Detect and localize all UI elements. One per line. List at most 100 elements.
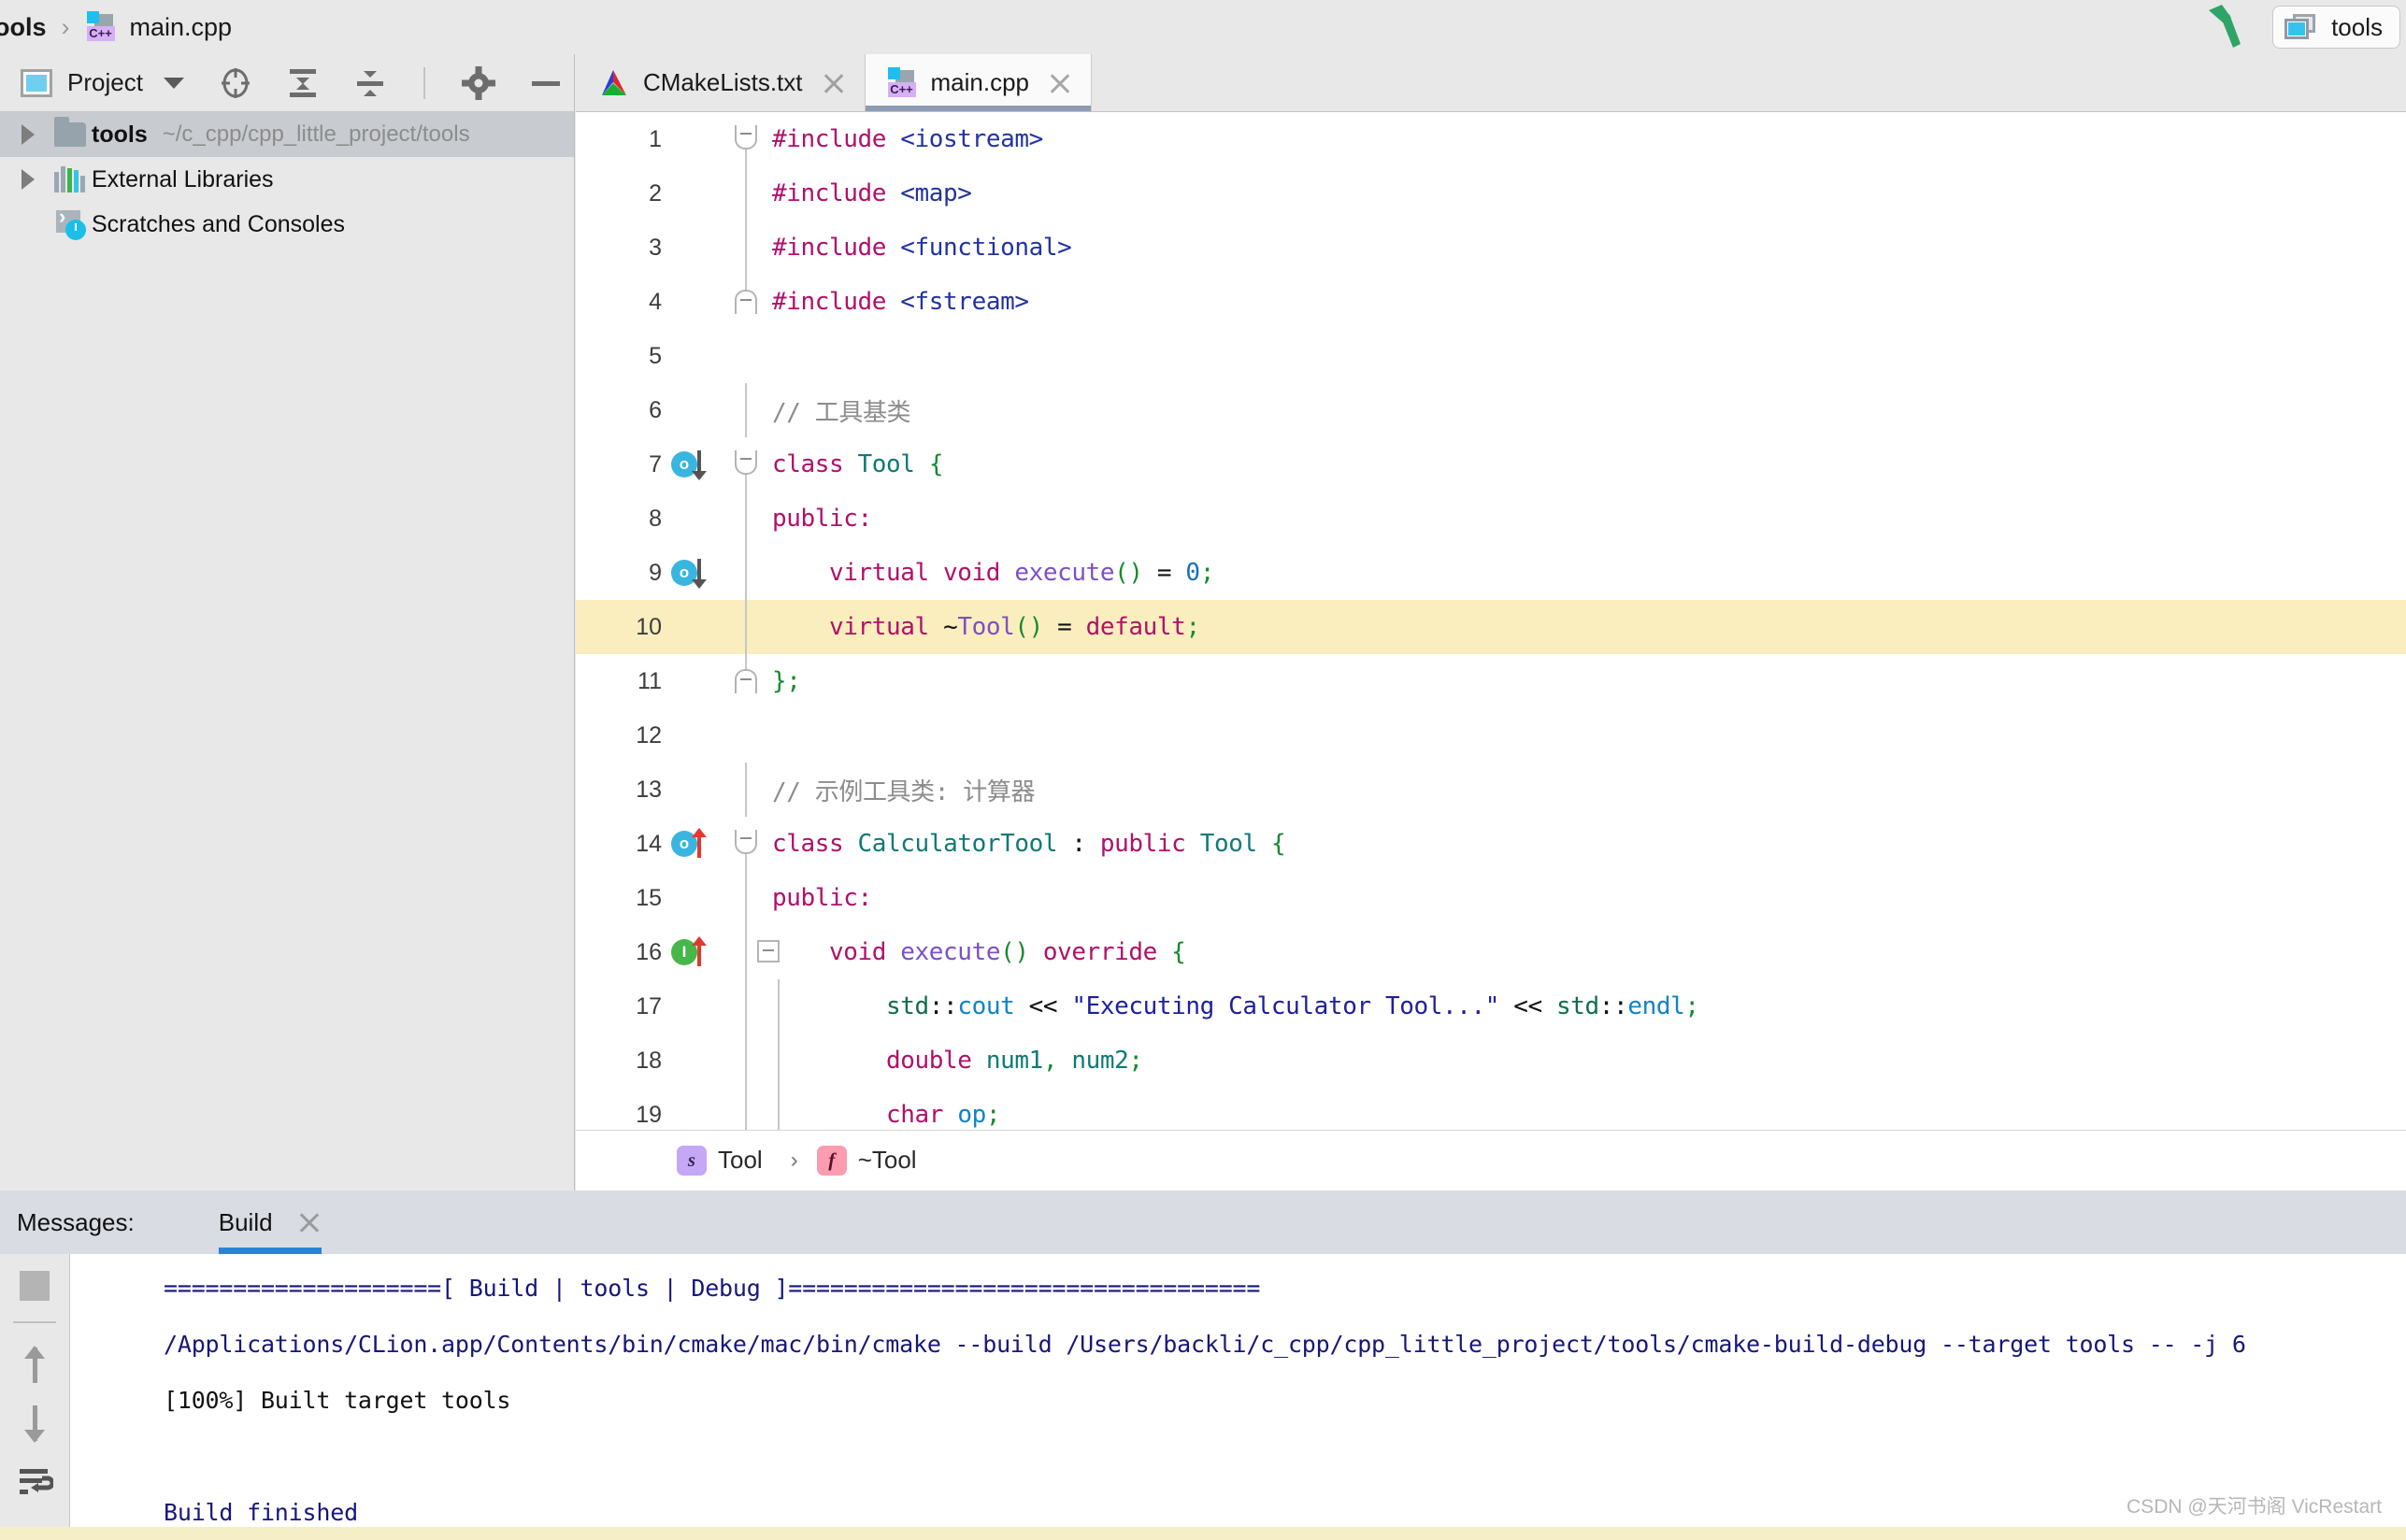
hammer-icon[interactable] xyxy=(2199,3,2252,51)
expand-arrow-icon[interactable] xyxy=(7,169,49,190)
editor-tab-bar: CMakeLists.txt C++ main.cpp xyxy=(576,54,2406,112)
fold-column[interactable] xyxy=(725,708,766,763)
locate-icon[interactable] xyxy=(218,65,253,101)
fold-column[interactable] xyxy=(725,600,766,654)
code-line[interactable]: 2 #include <map> xyxy=(576,166,2406,221)
code-line[interactable]: 11 }; xyxy=(576,654,2406,708)
next-problem-button[interactable] xyxy=(17,1402,52,1445)
line-number: 2 xyxy=(649,179,662,207)
code-line[interactable]: 17 std::cout << "Executing Calculator To… xyxy=(576,979,2406,1034)
gutter[interactable] xyxy=(662,763,725,817)
close-icon[interactable] xyxy=(822,71,846,95)
breadcrumb-file[interactable]: main.cpp xyxy=(130,13,233,42)
collapse-all-icon[interactable] xyxy=(352,65,388,101)
gutter[interactable] xyxy=(662,600,725,654)
code-text: public: xyxy=(772,505,872,533)
fold-column[interactable] xyxy=(725,925,780,979)
breadcrumb-project[interactable]: ools xyxy=(0,13,47,42)
code-text: class CalculatorTool : public Tool { xyxy=(772,830,1286,858)
code-line[interactable]: 9 o virtual void execute() = 0; xyxy=(576,546,2406,600)
gutter[interactable] xyxy=(662,166,725,221)
fold-column[interactable] xyxy=(725,329,766,383)
gutter[interactable] xyxy=(662,871,725,925)
code-line[interactable]: 18 double num1, num2; xyxy=(576,1034,2406,1088)
code-line[interactable]: 5 xyxy=(576,329,2406,383)
build-output[interactable]: ====================[ Build | tools | De… xyxy=(70,1254,2406,1540)
code-line[interactable]: 14 o class CalculatorTool : public Tool … xyxy=(576,817,2406,871)
code-line[interactable]: 8 public: xyxy=(576,492,2406,546)
folder-icon xyxy=(49,117,92,147)
fold-column[interactable] xyxy=(725,275,766,329)
code-line-current[interactable]: 10 virtual ~Tool() = default; xyxy=(576,600,2406,654)
fold-column[interactable] xyxy=(725,763,766,817)
gutter[interactable]: o xyxy=(662,437,725,492)
tab-build[interactable]: Build xyxy=(218,1191,322,1254)
gutter[interactable] xyxy=(662,221,725,275)
run-configuration-selector[interactable]: tools xyxy=(2272,6,2400,49)
code-line[interactable]: 19 char op; xyxy=(576,1088,2406,1130)
fold-column[interactable] xyxy=(725,654,766,708)
tree-item-tools[interactable]: tools ~/c_cpp/cpp_little_project/tools xyxy=(0,112,574,157)
fold-column[interactable] xyxy=(725,492,766,546)
close-icon[interactable] xyxy=(1048,71,1072,95)
expand-all-icon[interactable] xyxy=(285,65,321,101)
code-line[interactable]: 13 // 示例工具类: 计算器 xyxy=(576,763,2406,817)
gutter[interactable] xyxy=(662,1034,725,1088)
gutter[interactable] xyxy=(662,492,725,546)
fold-column[interactable] xyxy=(725,221,766,275)
fold-column[interactable] xyxy=(725,546,766,600)
soft-wrap-button[interactable] xyxy=(16,1467,55,1499)
build-tool-window: Messages: Build ====================[Bu… xyxy=(0,1191,2406,1540)
code-text: double num1, num2; xyxy=(886,1047,1143,1075)
previous-problem-button[interactable] xyxy=(17,1344,52,1387)
code-line[interactable]: 7 o class Tool { xyxy=(576,437,2406,492)
fold-column[interactable] xyxy=(725,166,766,221)
fold-column[interactable] xyxy=(725,1088,780,1130)
gutter[interactable] xyxy=(662,708,725,763)
breadcrumb-class[interactable]: Tool xyxy=(718,1146,763,1175)
library-icon xyxy=(49,166,92,192)
code-line[interactable]: 3 #include <functional> xyxy=(576,221,2406,275)
expand-arrow-icon[interactable] xyxy=(7,124,49,145)
gutter[interactable] xyxy=(662,112,725,166)
fold-column[interactable] xyxy=(725,1034,780,1088)
gutter[interactable] xyxy=(662,654,725,708)
gutter[interactable] xyxy=(662,329,725,383)
gutter[interactable]: o xyxy=(662,546,725,600)
gutter[interactable] xyxy=(662,275,725,329)
gutter[interactable] xyxy=(662,1088,725,1130)
gutter[interactable] xyxy=(662,979,725,1034)
tab-main-cpp[interactable]: C++ main.cpp xyxy=(865,54,1092,111)
stop-button[interactable] xyxy=(20,1271,50,1301)
fold-column[interactable] xyxy=(725,979,780,1034)
gutter[interactable]: o xyxy=(662,817,725,871)
tree-item-scratches-and-consoles[interactable]: Scratches and Consoles xyxy=(0,202,574,247)
hide-icon[interactable] xyxy=(528,65,564,101)
gutter[interactable]: I xyxy=(662,925,725,979)
close-icon[interactable] xyxy=(297,1210,322,1234)
fold-column[interactable] xyxy=(725,817,766,871)
build-tab-label: Build xyxy=(218,1207,273,1236)
code-line[interactable]: 4 #include <fstream> xyxy=(576,275,2406,329)
code-editor[interactable]: 1 #include <iostream> 2 #include <map> 3… xyxy=(576,112,2406,1130)
build-output-line: [100%] Built target tools xyxy=(164,1387,511,1414)
settings-gear-icon[interactable] xyxy=(461,65,496,101)
fold-column[interactable] xyxy=(725,437,766,492)
toolbar-divider xyxy=(422,66,425,99)
code-line[interactable]: 1 #include <iostream> xyxy=(576,112,2406,166)
chevron-down-icon[interactable] xyxy=(163,77,184,89)
code-line[interactable]: 6 // 工具基类 xyxy=(576,383,2406,437)
window-icon xyxy=(2284,14,2316,40)
project-panel-title[interactable]: Project xyxy=(67,68,143,97)
tree-item-external-libraries[interactable]: External Libraries xyxy=(0,157,574,202)
code-line[interactable]: 15 public: xyxy=(576,871,2406,925)
tab-cmakelists[interactable]: CMakeLists.txt xyxy=(576,54,866,111)
breadcrumb-function[interactable]: ~Tool xyxy=(858,1146,917,1175)
fold-column[interactable] xyxy=(725,871,766,925)
fold-column[interactable] xyxy=(725,383,766,437)
fold-column[interactable] xyxy=(725,112,766,166)
top-right-controls: tools xyxy=(2199,0,2406,54)
code-line[interactable]: 12 xyxy=(576,708,2406,763)
code-line[interactable]: 16 I void execute() override { xyxy=(576,925,2406,979)
gutter[interactable] xyxy=(662,383,725,437)
